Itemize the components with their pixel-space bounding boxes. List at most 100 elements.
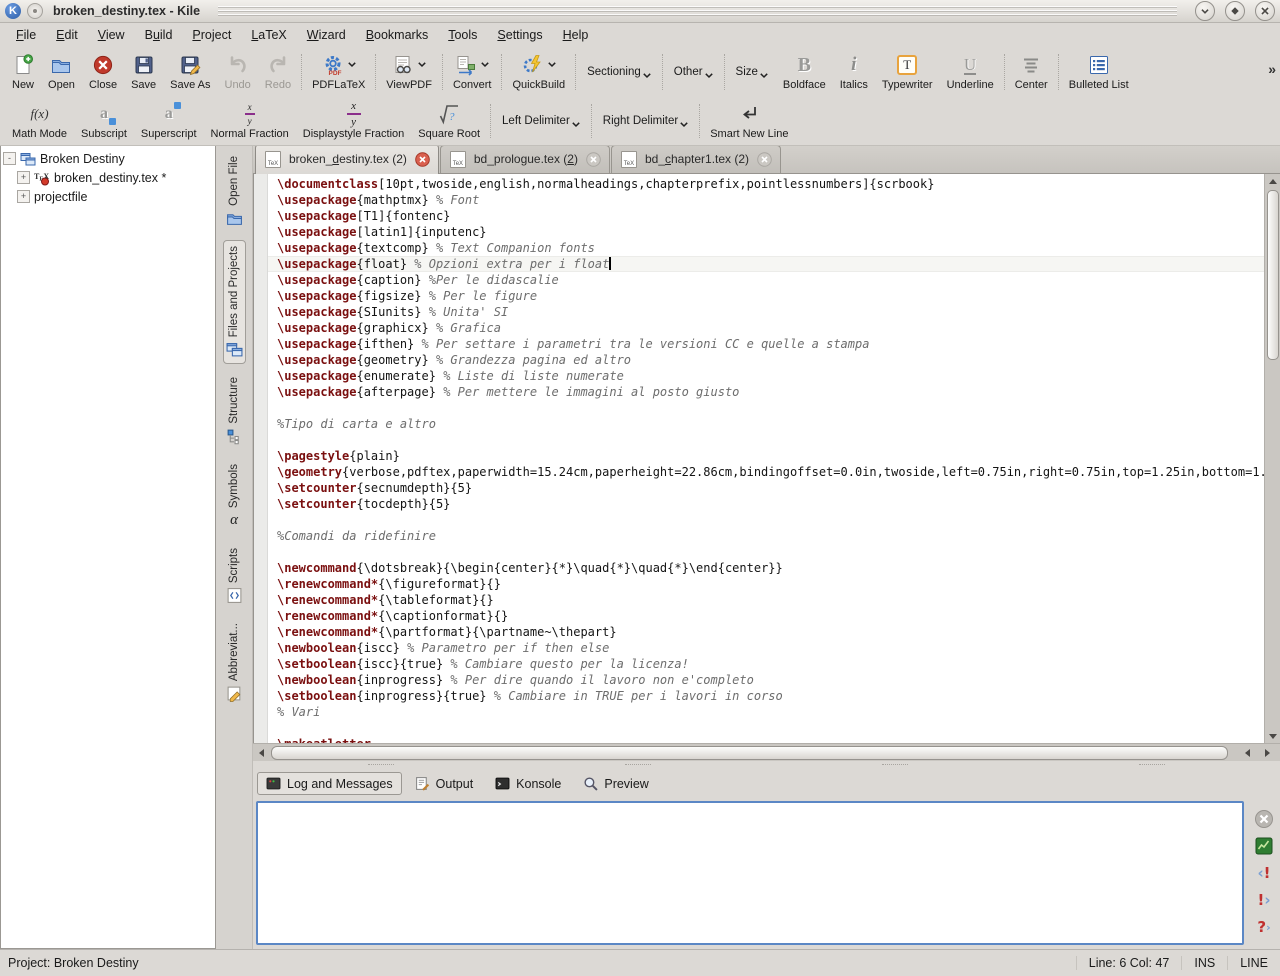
code-line[interactable]: \usepackage{SIunits} % Unita' SI [268, 304, 1265, 320]
quickbuild-button[interactable]: QuickBuild [505, 51, 572, 93]
save-as-button[interactable]: Save As [163, 51, 217, 93]
vertical-scroll-thumb[interactable] [1267, 190, 1279, 360]
code-line[interactable]: \makeatletter [268, 736, 1265, 743]
save-button[interactable]: Save [124, 51, 163, 93]
code-line[interactable]: \renewcommand*{\tableformat}{} [268, 592, 1265, 608]
sidebar-tab-open-file[interactable]: Open File [223, 150, 246, 233]
italics-button[interactable]: iItalics [833, 51, 875, 93]
code-area[interactable]: \documentclass[10pt,twoside,english,norm… [268, 174, 1265, 743]
horizontal-scroll-thumb[interactable] [271, 746, 1228, 760]
menu-edit[interactable]: Edit [46, 25, 88, 45]
tree-expander[interactable]: + [17, 190, 30, 203]
tree-expander[interactable]: - [3, 152, 16, 165]
scroll-up-arrow[interactable] [1265, 174, 1280, 188]
code-line[interactable] [268, 720, 1265, 736]
menu-project[interactable]: Project [182, 25, 241, 45]
log-messages-view[interactable] [256, 801, 1244, 945]
math-mode-button[interactable]: f(x)Math Mode [5, 100, 74, 142]
sidebar-tab-symbols[interactable]: Symbolsα [223, 458, 246, 535]
code-line[interactable]: \newboolean{iscc} % Parametro per if the… [268, 640, 1265, 656]
menu-tools[interactable]: Tools [438, 25, 487, 45]
displaystyle-fraction-button[interactable]: xyDisplaystyle Fraction [296, 100, 411, 142]
next-latex-warning-button[interactable]: ?› [1254, 917, 1274, 937]
previous-latex-error-button[interactable]: ‹! [1254, 863, 1274, 883]
code-line[interactable]: \setcounter{secnumdepth}{5} [268, 480, 1265, 496]
tab-bd-chapter1-tex-2[interactable]: TeXbd_chapter1.tex (2) [611, 145, 781, 173]
subscript-button[interactable]: aSubscript [74, 100, 134, 142]
scroll-right-arrow[interactable] [1259, 744, 1275, 761]
code-line[interactable]: % Vari [268, 704, 1265, 720]
close-window-button[interactable] [1255, 1, 1275, 21]
code-line[interactable] [268, 400, 1265, 416]
status-insert-mode[interactable]: INS [1181, 956, 1227, 970]
maximize-button[interactable] [1225, 1, 1245, 21]
panel-splitter[interactable] [253, 761, 1280, 768]
tree-item-projectfile[interactable]: +projectfile [3, 187, 213, 206]
new-button[interactable]: New [5, 51, 41, 93]
tab-close-button[interactable] [757, 152, 772, 167]
code-line[interactable]: \usepackage{ifthen} % Per settare i para… [268, 336, 1265, 352]
minimize-button[interactable] [1195, 1, 1215, 21]
code-line[interactable]: \usepackage[T1]{fontenc} [268, 208, 1265, 224]
code-line[interactable]: \usepackage{figsize} % Per le figure [268, 288, 1265, 304]
tree-item-broken-destiny[interactable]: -Broken Destiny [3, 149, 213, 168]
left-delimiter-button[interactable]: Left Delimiter [494, 108, 588, 134]
close-button[interactable]: Close [82, 51, 124, 93]
menu-view[interactable]: View [88, 25, 135, 45]
menu-help[interactable]: Help [553, 25, 599, 45]
scroll-down-arrow[interactable] [1265, 729, 1280, 743]
sidebar-tab-files-and-projects[interactable]: Files and Projects [223, 240, 246, 364]
code-line[interactable]: \pagestyle{plain} [268, 448, 1265, 464]
code-line[interactable]: \setboolean{inprogress}{true} % Cambiare… [268, 688, 1265, 704]
code-line[interactable]: \renewcommand*{\partformat}{\partname~\t… [268, 624, 1265, 640]
tree-item-broken-destiny-tex[interactable]: +TEXbroken_destiny.tex * [3, 168, 213, 187]
code-line[interactable] [268, 512, 1265, 528]
horizontal-scroll-track[interactable] [269, 744, 1234, 761]
underline-button[interactable]: UUnderline [940, 51, 1001, 93]
bulleted-list-button[interactable]: Bulleted List [1062, 51, 1136, 93]
code-line[interactable]: \usepackage{afterpage} % Per mettere le … [268, 384, 1265, 400]
sectioning-button[interactable]: Sectioning [579, 59, 659, 85]
code-line[interactable]: \usepackage[latin1]{inputenc} [268, 224, 1265, 240]
bottom-tab-output[interactable]: Output [406, 772, 483, 795]
scroll-left-arrow-2[interactable] [1239, 744, 1255, 761]
code-line[interactable]: %Tipo di carta e altro [268, 416, 1265, 432]
other-button[interactable]: Other [666, 59, 721, 85]
tab-bd-prologue-tex-2[interactable]: TeXbd_prologue.tex (2) [440, 145, 610, 173]
menu-wizard[interactable]: Wizard [297, 25, 356, 45]
code-line[interactable] [268, 432, 1265, 448]
square-root-button[interactable]: ?Square Root [411, 100, 487, 142]
next-latex-error-button[interactable]: !› [1254, 890, 1274, 910]
convert-button[interactable]: Convert [446, 51, 499, 93]
code-line[interactable]: %Comandi da ridefinire [268, 528, 1265, 544]
editor-horizontal-scrollbar[interactable] [253, 743, 1280, 761]
tab-broken-destiny-tex-2[interactable]: TeXbroken_destiny.tex (2) [255, 144, 439, 174]
statistics-button[interactable] [1254, 836, 1274, 856]
viewpdf-button[interactable]: ViewPDF [379, 51, 439, 93]
open-button[interactable]: Open [41, 51, 82, 93]
code-line[interactable]: \usepackage{geometry} % Grandezza pagina… [268, 352, 1265, 368]
tab-close-button[interactable] [586, 152, 601, 167]
code-line[interactable]: \usepackage{enumerate} % Liste di liste … [268, 368, 1265, 384]
menu-build[interactable]: Build [135, 25, 183, 45]
menu-bookmarks[interactable]: Bookmarks [356, 25, 439, 45]
normal-fraction-button[interactable]: xyNormal Fraction [204, 100, 296, 142]
sidebar-tab-scripts[interactable]: Scripts [223, 542, 246, 610]
code-line[interactable]: \setboolean{iscc}{true} % Cambiare quest… [268, 656, 1265, 672]
tree-expander[interactable]: + [17, 171, 30, 184]
smart-new-line-button[interactable]: Smart New Line [703, 100, 795, 142]
editor-vertical-scrollbar[interactable] [1264, 174, 1280, 743]
toolbar-overflow-button[interactable]: » [1268, 61, 1274, 77]
code-line[interactable]: \renewcommand*{\figureformat}{} [268, 576, 1265, 592]
code-line[interactable]: \usepackage{graphicx} % Grafica [268, 320, 1265, 336]
code-line[interactable] [268, 544, 1265, 560]
pdflatex-button[interactable]: PDFPDFLaTeX [305, 51, 372, 93]
code-line[interactable]: \renewcommand*{\captionformat}{} [268, 608, 1265, 624]
code-line[interactable]: \newboolean{inprogress} % Per dire quand… [268, 672, 1265, 688]
sidebar-tab-abbreviat[interactable]: Abbreviat... [223, 617, 246, 708]
code-line[interactable]: \usepackage{textcomp} % Text Companion f… [268, 240, 1265, 256]
code-line[interactable]: \newcommand{\dotsbreak}{\begin{center}{*… [268, 560, 1265, 576]
code-line[interactable]: \usepackage{caption} %Per le didascalie [268, 272, 1265, 288]
code-line[interactable]: \setcounter{tocdepth}{5} [268, 496, 1265, 512]
status-selection-mode[interactable]: LINE [1227, 956, 1280, 970]
